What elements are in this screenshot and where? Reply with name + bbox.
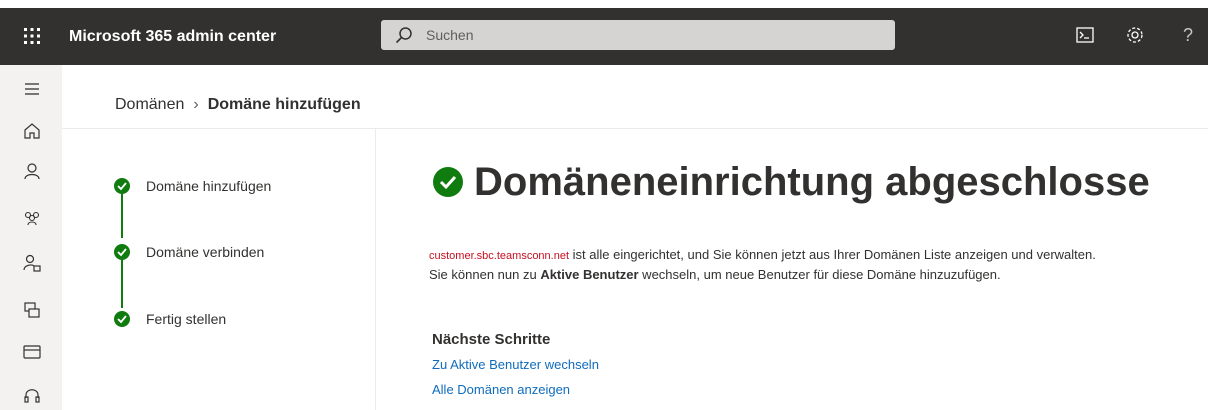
- steps-divider: [375, 129, 376, 410]
- next-steps-heading: Nächste Schritte: [432, 331, 551, 348]
- success-check-icon: [432, 166, 464, 203]
- app-launcher-icon[interactable]: [22, 26, 42, 46]
- breadcrumb-separator-icon: ›: [193, 96, 199, 113]
- billing-card-icon[interactable]: [22, 342, 42, 362]
- user-icon[interactable]: [22, 161, 42, 181]
- confirmation-text: ist alle eingerichtet, und Sie können je…: [569, 247, 1096, 262]
- headset-icon[interactable]: [22, 386, 42, 406]
- go-to-active-users-link[interactable]: Zu Aktive Benutzer wechseln: [432, 356, 599, 374]
- left-navigation: [0, 65, 62, 410]
- confirmation-line-2: Sie können nun zu Aktive Benutzer wechse…: [429, 266, 1001, 284]
- view-all-domains-link[interactable]: Alle Domänen anzeigen: [432, 381, 570, 399]
- search-placeholder: Suchen: [426, 27, 474, 43]
- breadcrumb: Domänen › Domäne hinzufügen: [115, 94, 361, 116]
- step-connector: [121, 260, 123, 308]
- line2-prefix: Sie können nun zu: [429, 267, 541, 282]
- terminal-icon[interactable]: [1074, 24, 1096, 46]
- group-icon[interactable]: [22, 208, 42, 228]
- help-icon[interactable]: ?: [1183, 24, 1193, 46]
- check-circle-icon: [112, 309, 132, 334]
- top-bar: Microsoft 365 admin center Suchen ?: [0, 8, 1208, 65]
- check-circle-icon: [112, 176, 132, 201]
- active-users-bold: Aktive Benutzer: [540, 267, 639, 282]
- confirmation-line-1: customer.sbc.teamsconn.net ist alle eing…: [429, 246, 1096, 265]
- home-icon[interactable]: [22, 121, 42, 141]
- hamburger-menu-icon[interactable]: [22, 79, 42, 99]
- header-divider: [62, 128, 1208, 129]
- breadcrumb-current: Domäne hinzufügen: [207, 96, 361, 113]
- search-input[interactable]: Suchen: [381, 20, 895, 50]
- step-label: Fertig stellen: [146, 311, 227, 327]
- check-circle-icon: [112, 242, 132, 267]
- line2-suffix: wechseln, um neue Benutzer für diese Dom…: [638, 267, 1001, 282]
- app-title[interactable]: Microsoft 365 admin center: [69, 26, 276, 48]
- domain-name: customer.sbc.teamsconn.net: [429, 250, 570, 262]
- user-license-icon[interactable]: [22, 253, 42, 273]
- gear-icon[interactable]: [1124, 24, 1146, 46]
- breadcrumb-parent-link[interactable]: Domänen: [115, 96, 184, 113]
- page-title: Domäneneinrichtung abgeschlosse: [474, 160, 1150, 204]
- devices-icon[interactable]: [22, 300, 42, 320]
- step-label: Domäne hinzufügen: [146, 178, 272, 194]
- step-label: Domäne verbinden: [146, 244, 265, 260]
- search-icon: [395, 26, 413, 49]
